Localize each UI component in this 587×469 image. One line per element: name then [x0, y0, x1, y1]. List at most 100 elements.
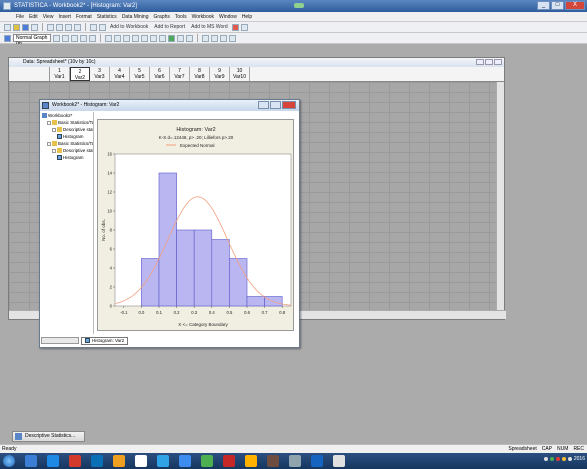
tree-item[interactable]: Basic Statistics/Tab: [41, 140, 93, 147]
tree-expand-icon[interactable]: [52, 127, 56, 132]
add-to-workbook-button[interactable]: Add to Workbook: [108, 24, 150, 30]
tree-item[interactable]: Descriptive stat: [41, 147, 93, 154]
color-icon[interactable]: [229, 34, 236, 42]
fit-icon[interactable]: [168, 34, 175, 42]
close-button[interactable]: X: [565, 1, 585, 10]
undo-icon[interactable]: [90, 23, 97, 31]
record-icon[interactable]: [231, 23, 239, 31]
new-icon[interactable]: [4, 23, 11, 31]
tree-expand-icon[interactable]: [47, 120, 51, 125]
grid-icon[interactable]: [177, 34, 184, 42]
taskbar-app-icon[interactable]: [157, 455, 169, 467]
column-header-var6[interactable]: 6 Var6: [150, 67, 170, 81]
bold-icon[interactable]: [211, 34, 218, 42]
column-header-var9[interactable]: 9 Var9: [210, 67, 230, 81]
column-header-var8[interactable]: 8 Var8: [190, 67, 210, 81]
italic-icon[interactable]: [220, 34, 227, 42]
header-corner[interactable]: [9, 67, 50, 81]
tray-security-icon[interactable]: [549, 457, 554, 461]
pen-icon[interactable]: [150, 34, 157, 42]
menu-statistics[interactable]: Statistics: [97, 14, 117, 20]
arrow-icon[interactable]: [123, 34, 130, 42]
fill-icon[interactable]: [141, 34, 148, 42]
column-header-var4[interactable]: 4 Var4: [110, 67, 130, 81]
taskbar-app-icon[interactable]: [201, 455, 213, 467]
taskbar-app-icon[interactable]: [245, 455, 257, 467]
tree-expand-icon[interactable]: [47, 141, 51, 146]
column-header-var5[interactable]: 5 Var5: [130, 67, 150, 81]
tree-item[interactable]: Workbook2*: [41, 112, 93, 119]
histogram-graph-panel[interactable]: Histogram: Var2 K-S d=.12448, p> .20; Li…: [97, 119, 294, 331]
save-icon[interactable]: [22, 23, 29, 31]
taskbar-app-icon[interactable]: [113, 455, 125, 467]
workbook-window[interactable]: Workbook2* - Histogram: Var2 Workbook2* B…: [39, 99, 300, 348]
column-header-var1[interactable]: 1 Var1: [50, 67, 70, 81]
workbook-title-bar[interactable]: Workbook2* - Histogram: Var2: [40, 100, 299, 111]
menu-workbook[interactable]: Workbook: [192, 14, 214, 20]
spreadsheet-close-button[interactable]: [494, 59, 502, 65]
minimize-button[interactable]: _: [537, 1, 550, 10]
tray-power-icon[interactable]: [561, 457, 566, 461]
graph-icon[interactable]: [4, 34, 11, 42]
taskbar-app-icon[interactable]: [267, 455, 279, 467]
text-icon[interactable]: [105, 34, 112, 42]
tree-item[interactable]: Histogram: [41, 133, 93, 140]
menu-view[interactable]: View: [43, 14, 54, 20]
line-icon[interactable]: [114, 34, 121, 42]
rectangle-icon[interactable]: [89, 34, 96, 42]
print-icon[interactable]: [31, 23, 38, 31]
column-header-var7[interactable]: 7 Var7: [170, 67, 190, 81]
app-title-bar[interactable]: STATISTICA - Workbook2* - [Histogram: Va…: [0, 0, 587, 12]
menu-format[interactable]: Format: [76, 14, 92, 20]
column-header-var10[interactable]: 10 Var10: [230, 67, 250, 81]
tree-item[interactable]: Basic Statistics/Tab: [41, 119, 93, 126]
copy-icon[interactable]: [65, 23, 72, 31]
print-preview-icon[interactable]: [47, 23, 54, 31]
graph-type-select[interactable]: Normal Graph (m...: [13, 34, 51, 47]
spreadsheet-minimize-button[interactable]: [476, 59, 484, 65]
tray-volume-icon[interactable]: [567, 457, 572, 461]
add-to-report-button[interactable]: Add to Report: [152, 24, 187, 30]
cut-icon[interactable]: [56, 23, 63, 31]
clock[interactable]: 2016: [574, 456, 585, 462]
brush-icon[interactable]: [71, 34, 78, 42]
taskbar-app-icon[interactable]: [91, 455, 103, 467]
menu-help[interactable]: Help: [242, 14, 252, 20]
taskbar-app-icon[interactable]: [179, 455, 191, 467]
column-header-var3[interactable]: 3 Var3: [90, 67, 110, 81]
add-to-ms-word-button[interactable]: Add to MS Word: [189, 24, 230, 30]
taskbar-app-icon[interactable]: [47, 455, 59, 467]
workbook-minimize-button[interactable]: [258, 101, 269, 109]
zoom-out-icon[interactable]: [62, 34, 69, 42]
tray-network-icon[interactable]: [543, 457, 548, 461]
tree-item[interactable]: Descriptive stat: [41, 126, 93, 133]
redo-icon[interactable]: [99, 23, 106, 31]
menu-data-mining[interactable]: Data Mining: [122, 14, 149, 20]
font-icon[interactable]: [202, 34, 209, 42]
taskbar-app-icon[interactable]: [289, 455, 301, 467]
paste-icon[interactable]: [74, 23, 81, 31]
menu-tools[interactable]: Tools: [175, 14, 187, 20]
workbook-maximize-button[interactable]: [270, 101, 281, 109]
minimized-descriptive-statistics-window[interactable]: Descriptive Statistics...: [12, 431, 85, 442]
ellipse-icon[interactable]: [132, 34, 139, 42]
spreadsheet-title-bar[interactable]: Data: Spreadsheet* (10v by 10c): [9, 58, 504, 67]
spreadsheet-maximize-button[interactable]: [485, 59, 493, 65]
tree-expand-icon[interactable]: [52, 148, 56, 153]
menu-window[interactable]: Window: [219, 14, 237, 20]
tree-item[interactable]: Histogram: [41, 154, 93, 161]
menu-graphs[interactable]: Graphs: [154, 14, 170, 20]
taskbar-app-icon[interactable]: [135, 455, 147, 467]
taskbar-app-icon[interactable]: [311, 455, 323, 467]
start-button[interactable]: [3, 455, 15, 467]
menu-insert[interactable]: Insert: [58, 14, 71, 20]
taskbar-app-icon[interactable]: [25, 455, 37, 467]
column-header-var2[interactable]: 2 Var2: [70, 67, 90, 81]
help-icon[interactable]: [240, 23, 248, 31]
tray-alert-icon[interactable]: [555, 457, 560, 461]
vertical-scrollbar[interactable]: [496, 82, 504, 312]
zoom-icon[interactable]: [53, 34, 60, 42]
point-icon[interactable]: [80, 34, 87, 42]
taskbar-app-icon[interactable]: [223, 455, 235, 467]
layout-icon[interactable]: [186, 34, 193, 42]
